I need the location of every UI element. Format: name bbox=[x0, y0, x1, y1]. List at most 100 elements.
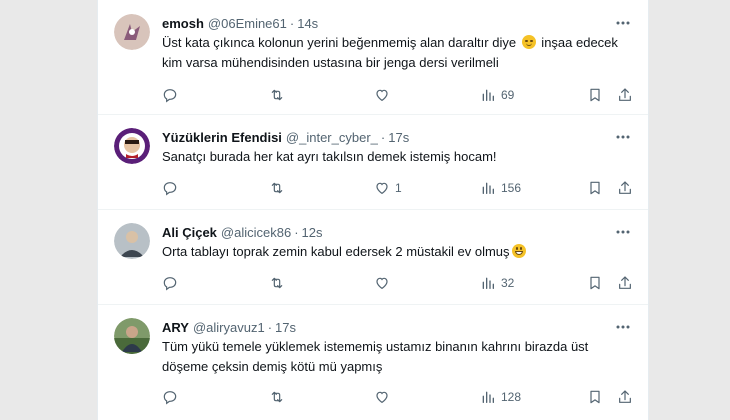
avatar-image bbox=[114, 128, 150, 164]
retweet-button[interactable] bbox=[269, 388, 290, 406]
user-handle[interactable]: @06Emine61 bbox=[208, 16, 287, 31]
like-button[interactable] bbox=[374, 86, 395, 104]
tweet-text: Üst kata çıkınca kolonun yerini beğenmem… bbox=[162, 33, 630, 73]
tweet-actions: 1 156 bbox=[162, 179, 636, 197]
bookmark-button[interactable] bbox=[587, 86, 603, 104]
user-handle[interactable]: @alicicek86 bbox=[221, 225, 291, 240]
tweet-text-part: Tüm yükü temele yüklemek istememiş ustam… bbox=[162, 339, 589, 374]
bookmark-icon bbox=[590, 88, 600, 102]
timeline-feed: emosh @06Emine61 · 14s Üst kata çıkınca … bbox=[97, 0, 649, 420]
separator-dot: · bbox=[289, 15, 295, 31]
display-name[interactable]: Ali Çiçek bbox=[162, 225, 217, 240]
reply-icon bbox=[163, 277, 177, 291]
separator-dot: · bbox=[267, 319, 273, 335]
display-name[interactable]: emosh bbox=[162, 16, 204, 31]
tweet-header: Ali Çiçek @alicicek86 · 12s bbox=[162, 223, 323, 241]
timestamp[interactable]: 17s bbox=[388, 130, 409, 145]
tweet-text: Tüm yükü temele yüklemek istememiş ustam… bbox=[162, 337, 630, 377]
timestamp[interactable]: 12s bbox=[302, 225, 323, 240]
tweet-header: Yüzüklerin Efendisi @_inter_cyber_ · 17s bbox=[162, 128, 409, 146]
tweet-text-part: Sanatçı burada her kat ayrı takılsın dem… bbox=[162, 149, 497, 164]
more-icon[interactable] bbox=[616, 225, 630, 239]
timestamp[interactable]: 17s bbox=[275, 320, 296, 335]
views-icon bbox=[482, 391, 494, 403]
retweet-button[interactable] bbox=[269, 179, 290, 197]
tweet-header: emosh @06Emine61 · 14s bbox=[162, 14, 318, 32]
retweet-icon bbox=[271, 391, 283, 403]
timestamp[interactable]: 14s bbox=[297, 16, 318, 31]
retweet-icon bbox=[271, 182, 283, 194]
share-button[interactable] bbox=[617, 179, 633, 197]
reply-button[interactable] bbox=[162, 179, 183, 197]
tweet[interactable]: Ali Çiçek @alicicek86 · 12s Orta tablayı… bbox=[98, 210, 648, 305]
views-icon bbox=[482, 89, 494, 101]
tweet-text: Orta tablayı toprak zemin kabul edersek … bbox=[162, 242, 630, 262]
reply-icon bbox=[163, 89, 177, 103]
more-icon[interactable] bbox=[616, 16, 630, 30]
separator-dot: · bbox=[294, 224, 299, 240]
view-count: 32 bbox=[501, 276, 515, 290]
separator-dot: · bbox=[380, 129, 386, 145]
tweet[interactable]: ARY @aliryavuz1 · 17s Tüm yükü temele yü… bbox=[98, 305, 648, 420]
bookmark-icon bbox=[590, 181, 600, 195]
display-name[interactable]: ARY bbox=[162, 320, 189, 335]
like-button[interactable]: 1 bbox=[374, 179, 402, 197]
heart-icon bbox=[376, 277, 388, 290]
grinning-face-icon bbox=[511, 244, 526, 258]
reply-icon bbox=[163, 182, 177, 196]
views-icon bbox=[482, 182, 494, 194]
tweet-header: ARY @aliryavuz1 · 17s bbox=[162, 318, 296, 336]
view-count: 156 bbox=[501, 181, 522, 195]
more-icon[interactable] bbox=[616, 320, 630, 334]
smirking-face-icon bbox=[521, 35, 536, 49]
tweet-actions: 69 bbox=[162, 86, 636, 104]
retweet-button[interactable] bbox=[269, 86, 290, 104]
avatar[interactable] bbox=[114, 318, 150, 354]
heart-icon bbox=[376, 89, 388, 102]
display-name[interactable]: Yüzüklerin Efendisi bbox=[162, 130, 282, 145]
share-icon bbox=[619, 390, 631, 403]
tweet[interactable]: emosh @06Emine61 · 14s Üst kata çıkınca … bbox=[98, 0, 648, 115]
views-button[interactable]: 69 bbox=[480, 86, 514, 104]
share-button[interactable] bbox=[617, 86, 633, 104]
reply-icon bbox=[163, 391, 177, 405]
more-icon[interactable] bbox=[616, 130, 630, 144]
user-handle[interactable]: @_inter_cyber_ bbox=[286, 130, 378, 145]
view-count: 69 bbox=[501, 88, 515, 102]
views-button[interactable]: 156 bbox=[480, 179, 521, 197]
like-button[interactable] bbox=[374, 274, 395, 292]
tweet[interactable]: Yüzüklerin Efendisi @_inter_cyber_ · 17s… bbox=[98, 115, 648, 210]
bookmark-button[interactable] bbox=[587, 274, 603, 292]
avatar[interactable] bbox=[114, 223, 150, 259]
bookmark-button[interactable] bbox=[587, 179, 603, 197]
share-icon bbox=[619, 276, 631, 289]
avatar[interactable] bbox=[114, 14, 150, 50]
share-button[interactable] bbox=[617, 274, 633, 292]
avatar-image bbox=[114, 14, 150, 50]
reply-button[interactable] bbox=[162, 86, 183, 104]
tweet-text-part: Üst kata çıkınca kolonun yerini beğenmem… bbox=[162, 35, 520, 50]
like-count: 1 bbox=[395, 181, 402, 195]
tweet-text: Sanatçı burada her kat ayrı takılsın dem… bbox=[162, 147, 630, 167]
reply-button[interactable] bbox=[162, 388, 183, 406]
share-icon bbox=[619, 88, 631, 101]
heart-icon bbox=[376, 391, 388, 404]
bookmark-icon bbox=[590, 390, 600, 404]
bookmark-button[interactable] bbox=[587, 388, 603, 406]
share-button[interactable] bbox=[617, 388, 633, 406]
avatar[interactable] bbox=[114, 128, 150, 164]
bookmark-icon bbox=[590, 276, 600, 290]
retweet-icon bbox=[271, 277, 283, 289]
retweet-icon bbox=[271, 89, 283, 101]
avatar-image bbox=[114, 318, 150, 354]
retweet-button[interactable] bbox=[269, 274, 290, 292]
views-button[interactable]: 32 bbox=[480, 274, 514, 292]
user-handle[interactable]: @aliryavuz1 bbox=[193, 320, 265, 335]
like-button[interactable] bbox=[374, 388, 395, 406]
views-icon bbox=[482, 277, 494, 289]
view-count: 128 bbox=[501, 390, 522, 404]
heart-icon bbox=[376, 182, 388, 195]
reply-button[interactable] bbox=[162, 274, 183, 292]
tweet-actions: 128 bbox=[162, 388, 636, 406]
views-button[interactable]: 128 bbox=[480, 388, 521, 406]
